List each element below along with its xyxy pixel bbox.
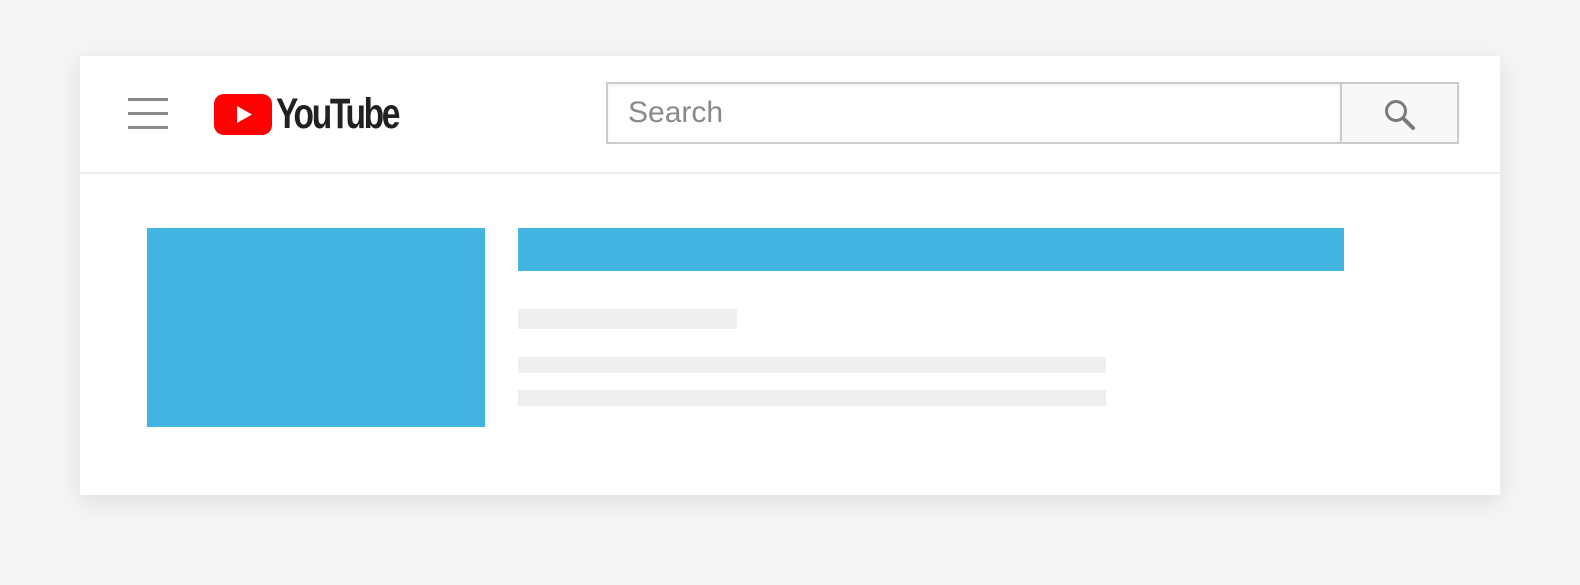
guide-menu-button[interactable] <box>118 88 170 140</box>
video-description-placeholder-line <box>518 390 1106 406</box>
youtube-play-logo-icon <box>214 94 272 135</box>
youtube-logo[interactable]: YouTube <box>214 90 404 138</box>
masthead: YouTube <box>80 56 1500 174</box>
video-meta-placeholder <box>518 309 737 329</box>
app-window: YouTube <box>80 56 1500 495</box>
menu-line <box>128 112 168 115</box>
logo-wordmark: YouTube <box>276 90 400 138</box>
menu-line <box>128 126 168 129</box>
video-title-placeholder[interactable] <box>518 228 1344 271</box>
search-box <box>606 82 1340 144</box>
video-description-placeholder-line <box>518 357 1106 373</box>
search-button[interactable] <box>1340 82 1459 144</box>
menu-line <box>128 98 168 101</box>
search-input[interactable] <box>608 84 1340 142</box>
video-thumbnail-placeholder[interactable] <box>147 228 485 427</box>
search-icon <box>1385 100 1415 130</box>
